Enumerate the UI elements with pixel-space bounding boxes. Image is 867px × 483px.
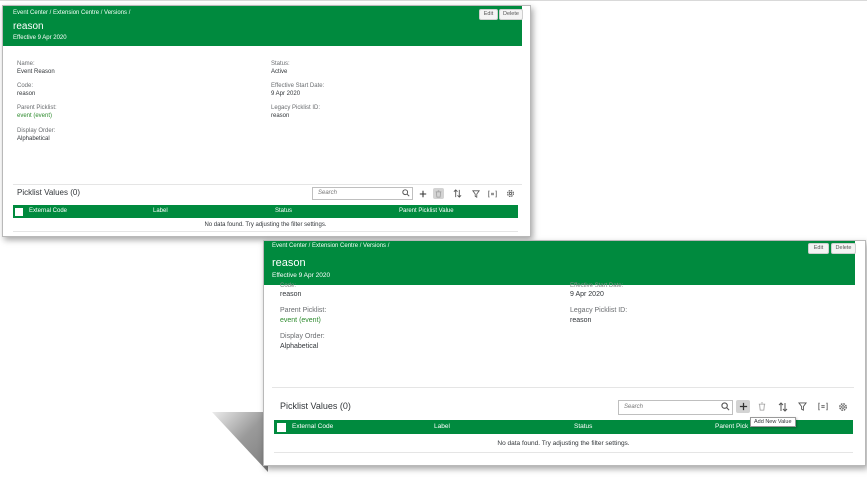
- legacy-id-value: reason: [271, 113, 290, 119]
- section-divider: [13, 184, 522, 185]
- status-label: Status:: [271, 61, 290, 67]
- table-bottom-line: [274, 452, 853, 453]
- settings-icon[interactable]: [836, 400, 849, 413]
- display-order-label: Display Order:: [280, 333, 325, 340]
- display-order-label: Display Order:: [17, 128, 56, 134]
- column-label[interactable]: Label: [434, 423, 450, 430]
- status-value: Active: [271, 69, 288, 75]
- effective-date: Effective 9 Apr 2020: [13, 35, 67, 41]
- delete-icon[interactable]: [755, 400, 768, 413]
- code-label: Code:: [17, 83, 34, 89]
- search-placeholder: Search: [624, 404, 644, 410]
- delete-button[interactable]: Delete: [831, 243, 856, 254]
- no-data-message: No data found. Try adjusting the filter …: [497, 440, 630, 447]
- code-value: reason: [17, 91, 36, 97]
- screenshot-panel-1: Event Center / Extension Centre / Versio…: [2, 5, 531, 237]
- screenshot-panel-2: Event Center / Extension Centre / Versio…: [263, 240, 866, 466]
- search-icon[interactable]: [721, 402, 730, 413]
- start-date-label: Effective Start Date:: [271, 83, 325, 89]
- start-date-value: 9 Apr 2020: [570, 291, 604, 298]
- callout-shadow: [212, 412, 268, 472]
- column-parent-picklist-value[interactable]: Parent Pick: [715, 423, 748, 430]
- name-value: Event Reason: [17, 69, 55, 75]
- column-status[interactable]: Status: [275, 208, 292, 214]
- display-order-value: Alphabetical: [17, 136, 50, 142]
- column-status[interactable]: Status: [574, 423, 592, 430]
- search-placeholder: Search: [318, 190, 338, 196]
- object-header: Event Center / Extension Centre / Versio…: [3, 6, 522, 46]
- filter-icon[interactable]: [470, 188, 481, 199]
- picklist-values-title: Picklist Values (0): [17, 188, 80, 197]
- add-icon[interactable]: [736, 400, 750, 413]
- delete-icon[interactable]: [433, 188, 444, 199]
- parent-picklist-label: Parent Picklist:: [280, 307, 327, 314]
- name-label: Name:: [17, 61, 35, 67]
- legacy-id-label: Legacy Picklist ID:: [570, 307, 628, 314]
- legacy-id-value: reason: [570, 317, 592, 324]
- search-icon[interactable]: [402, 189, 410, 199]
- sort-icon[interactable]: [776, 400, 789, 413]
- top-divider: [0, 0, 867, 1]
- edit-button[interactable]: Edit: [479, 9, 498, 20]
- parent-picklist-link[interactable]: event (event): [280, 317, 321, 324]
- column-external-code[interactable]: External Code: [292, 423, 333, 430]
- add-new-value-tooltip: Add New Value: [750, 417, 796, 427]
- column-parent-picklist-value[interactable]: Parent Picklist Value: [399, 208, 454, 214]
- effective-date: Effective 9 Apr 2020: [272, 272, 331, 279]
- search-input[interactable]: Search: [312, 187, 413, 200]
- parent-picklist-link[interactable]: event (event): [17, 113, 52, 119]
- picklist-values-title: Picklist Values (0): [280, 401, 351, 411]
- column-label[interactable]: Label: [153, 208, 168, 214]
- search-input[interactable]: Search: [618, 400, 733, 415]
- breadcrumb[interactable]: Event Center / Extension Centre / Versio…: [13, 10, 130, 16]
- table-bottom-line: [13, 231, 518, 232]
- page-title: reason: [13, 21, 44, 32]
- no-data-message: No data found. Try adjusting the filter …: [204, 222, 327, 228]
- edit-button[interactable]: Edit: [808, 243, 829, 254]
- group-icon[interactable]: [487, 188, 498, 199]
- delete-button[interactable]: Delete: [499, 9, 523, 20]
- filter-icon[interactable]: [796, 400, 809, 413]
- breadcrumb[interactable]: Event Center / Extension Centre / Versio…: [272, 243, 389, 249]
- object-header: Event Center / Extension Centre / Versio…: [264, 241, 855, 285]
- settings-icon[interactable]: [505, 188, 516, 199]
- code-label-clipped: Code:: [280, 283, 297, 289]
- code-value: reason: [280, 291, 302, 298]
- add-icon[interactable]: [417, 188, 428, 199]
- select-all-checkbox[interactable]: [15, 208, 23, 216]
- section-divider: [272, 387, 854, 388]
- start-date-label-clipped: Effective Start Date:: [570, 283, 624, 289]
- select-all-checkbox[interactable]: [277, 423, 286, 432]
- column-external-code[interactable]: External Code: [29, 208, 67, 214]
- display-order-value: Alphabetical: [280, 343, 319, 350]
- parent-picklist-label: Parent Picklist:: [17, 105, 57, 111]
- legacy-id-label: Legacy Picklist ID:: [271, 105, 321, 111]
- page-title: reason: [272, 257, 306, 269]
- table-header: External Code Label Status Parent Pickli…: [13, 205, 518, 218]
- group-icon[interactable]: [816, 400, 829, 413]
- start-date-value: 9 Apr 2020: [271, 91, 301, 97]
- sort-icon[interactable]: [452, 188, 463, 199]
